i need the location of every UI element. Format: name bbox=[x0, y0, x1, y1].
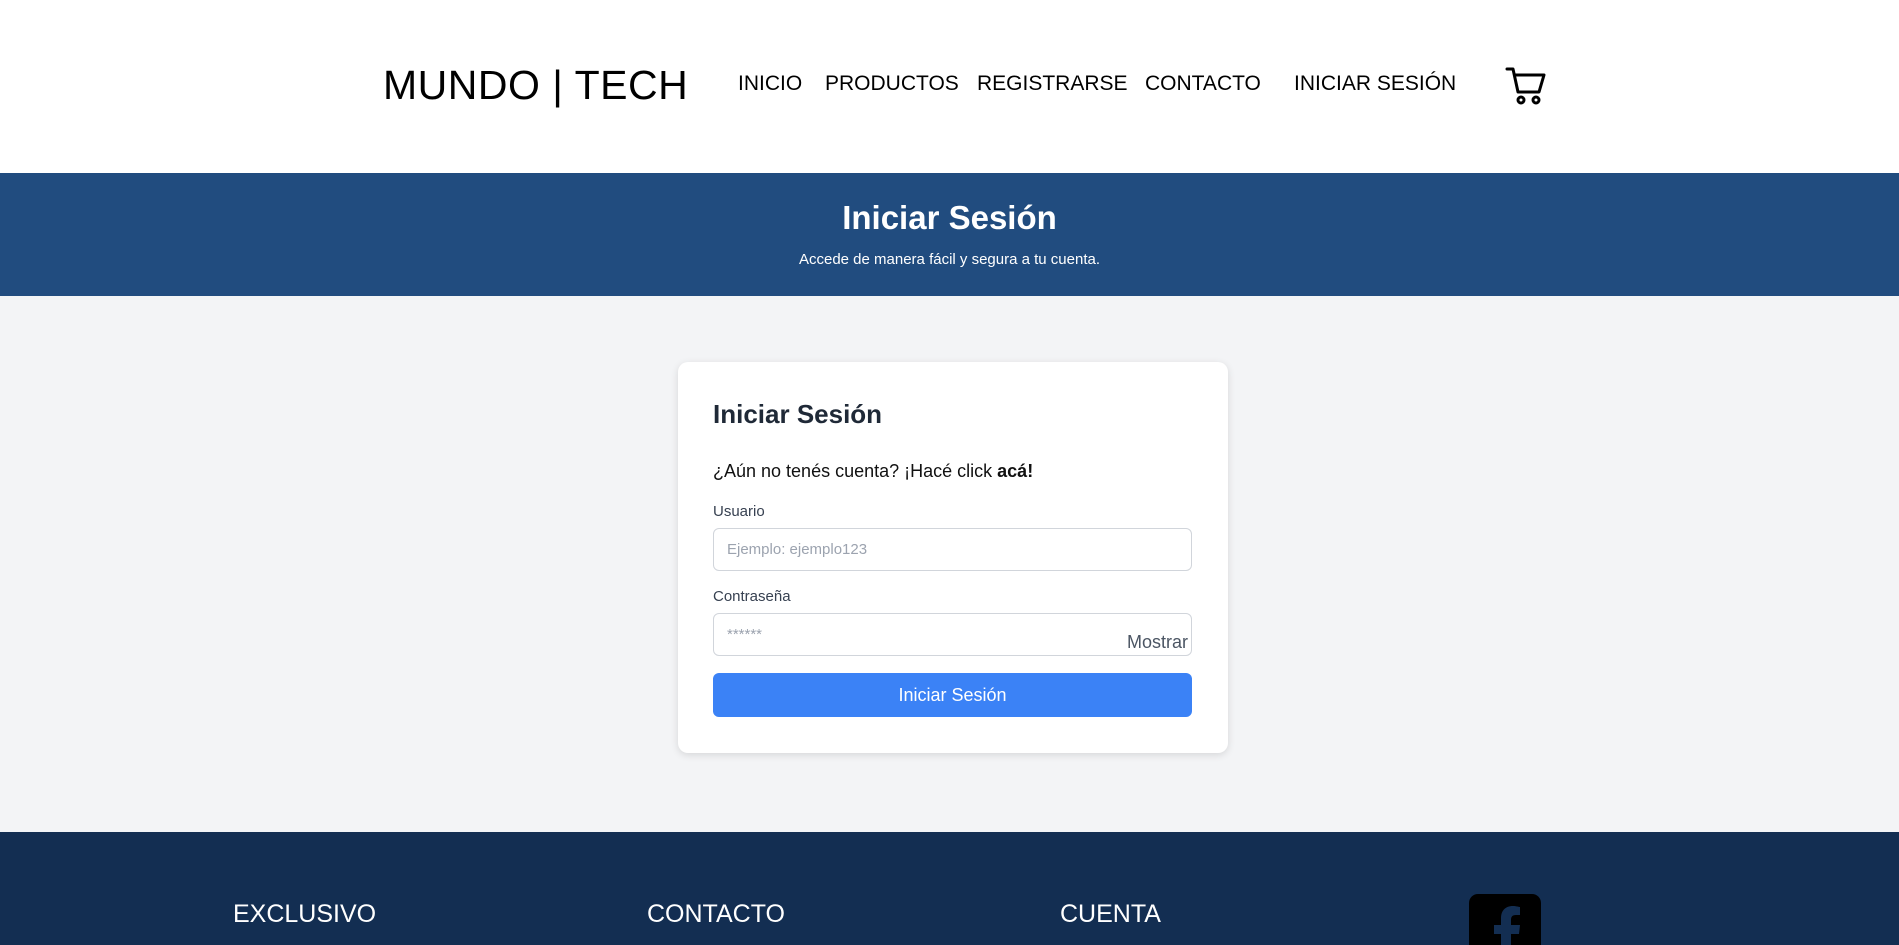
signup-prompt-text: ¿Aún no tenés cuenta? ¡Hacé click bbox=[713, 461, 998, 481]
nav-link-inicio[interactable]: INICIO bbox=[738, 72, 802, 96]
page-banner: Iniciar Sesión Accede de manera fácil y … bbox=[0, 173, 1899, 296]
username-label: Usuario bbox=[713, 503, 765, 520]
signup-prompt: ¿Aún no tenés cuenta? ¡Hacé click acá! bbox=[713, 461, 1033, 482]
nav-link-contacto[interactable]: CONTACTO bbox=[1145, 72, 1261, 96]
shopping-cart-icon[interactable] bbox=[1505, 64, 1547, 106]
nav-link-productos[interactable]: PRODUCTOS bbox=[825, 72, 959, 96]
login-card-title: Iniciar Sesión bbox=[713, 399, 883, 429]
nav-link-registrarse[interactable]: REGISTRARSE bbox=[977, 72, 1128, 96]
footer-heading-cuenta: CUENTA bbox=[1060, 900, 1161, 928]
nav-link-iniciar-sesion[interactable]: INICIAR SESIÓN bbox=[1294, 72, 1456, 96]
banner-subtitle: Accede de manera fácil y segura a tu cue… bbox=[798, 251, 1100, 268]
password-label: Contraseña bbox=[713, 588, 791, 605]
banner-title: Iniciar Sesión bbox=[842, 199, 1057, 236]
footer-heading-exclusivo: EXCLUSIVO bbox=[233, 900, 377, 928]
footer-heading-contacto: CONTACTO bbox=[647, 900, 785, 928]
facebook-icon[interactable] bbox=[1469, 894, 1541, 945]
username-input[interactable] bbox=[713, 528, 1192, 571]
login-card: Iniciar Sesión ¿Aún no tenés cuenta? ¡Ha… bbox=[678, 362, 1228, 753]
login-submit-button[interactable]: Iniciar Sesión bbox=[713, 673, 1192, 717]
signup-link[interactable]: acá! bbox=[997, 461, 1033, 481]
show-password-button[interactable]: Mostrar bbox=[1118, 624, 1188, 660]
brand-logo[interactable]: MUNDO | TECH bbox=[383, 62, 688, 109]
site-header: MUNDO | TECH INICIO PRODUCTOS REGISTRARS… bbox=[0, 0, 1899, 173]
